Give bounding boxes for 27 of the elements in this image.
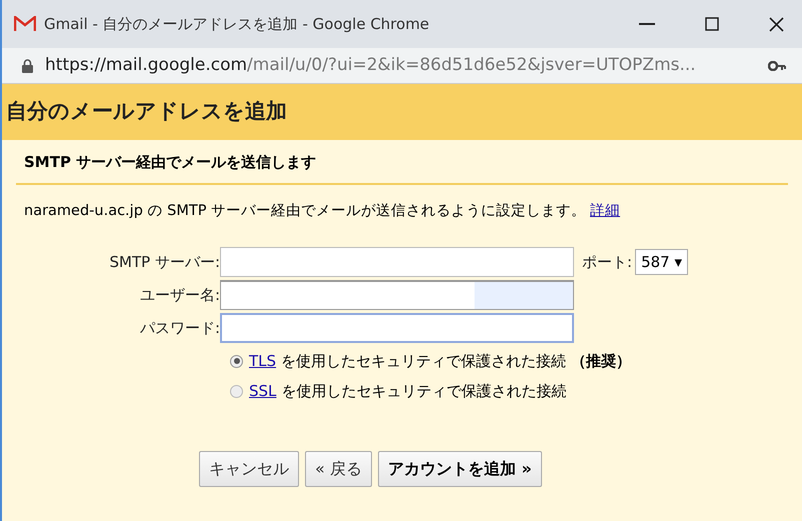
dialog-button[interactable]: キャンセル [199,450,299,487]
field-label: パスワード: [138,318,220,339]
protocol-link[interactable]: SSL [249,380,276,403]
lock-icon [22,58,33,72]
radio-button[interactable] [230,385,243,398]
protocol-link[interactable]: TLS [249,350,276,372]
field-label: SMTP サーバー: [108,252,220,273]
close-icon[interactable] [769,16,784,32]
option-text: を使用したセキュリティで保護された接続 （推奨） [281,350,631,372]
input-field[interactable] [220,313,574,344]
radio-button[interactable] [230,354,243,368]
port-label: ポート: [582,252,632,273]
window-title: Gmail - 自分のメールアドレスを追加 - Google Chrome [44,14,430,35]
port-dropdown[interactable]: 587 ▾ [635,249,688,276]
dialog-button[interactable]: アカウントを追加 » [378,450,542,487]
input-field[interactable] [220,280,574,310]
details-link[interactable]: 詳細 [590,201,620,223]
maximize-icon[interactable] [705,17,719,31]
dialog-title: 自分のメールアドレスを追加 [6,98,287,126]
description-text: naramed-u.ac.jp の SMTP サーバー経由でメールが送信されるように設定します。 [24,202,586,221]
field-label: ユーザー名: [138,285,220,306]
dialog-button[interactable]: « 戻る [305,450,372,487]
key-icon[interactable] [768,60,786,70]
gmail-logo-icon [14,16,36,32]
option-text: を使用したセキュリティで保護された接続 [281,381,566,402]
section-title: SMTP サーバー経由でメールを送信します [24,153,316,171]
input-field[interactable] [220,247,574,278]
